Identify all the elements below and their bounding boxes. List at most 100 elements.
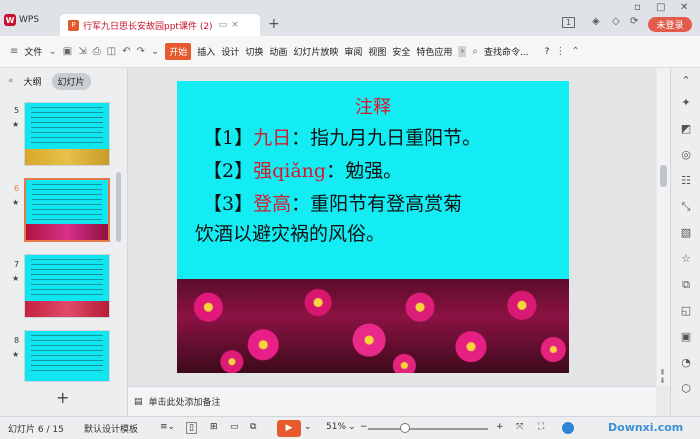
menu-tab-view[interactable]: 视图: [368, 45, 386, 58]
current-slide[interactable]: 注释 【1】九日：指九月九日重阳节。 【2】强qiǎng：勉强。 【3】登高：重…: [177, 81, 569, 373]
fit-window-icon[interactable]: ⤧: [516, 422, 523, 432]
zoom-level-chevron-icon[interactable]: ⌄: [348, 422, 356, 432]
print-icon[interactable]: ⎙: [93, 46, 101, 57]
thumbnail-number: 8: [14, 336, 20, 345]
star-tool-icon[interactable]: ☆: [679, 252, 693, 266]
tab-slides[interactable]: 幻灯片: [51, 72, 91, 90]
sorter-view-icon[interactable]: ⊞: [210, 422, 218, 432]
play-slideshow-button[interactable]: ▶: [277, 420, 301, 437]
maximize-stage-icon[interactable]: ⛶: [538, 422, 544, 432]
more-options-icon[interactable]: ⋮: [555, 46, 565, 57]
close-window-icon[interactable]: ✕: [680, 2, 688, 13]
slide-thumbnail[interactable]: [24, 254, 110, 318]
star-icon: ★: [12, 198, 20, 207]
more-chevron-icon[interactable]: ⌄: [151, 46, 159, 57]
menu-tab-design[interactable]: 设计: [221, 45, 239, 58]
slide-thumbnail[interactable]: [24, 102, 110, 166]
share-icon[interactable]: ⬡: [679, 382, 693, 396]
pin-icon[interactable]: ✦: [679, 96, 693, 110]
collapse-panel-icon[interactable]: «: [8, 76, 14, 86]
template-icon[interactable]: ◔: [679, 356, 693, 370]
menu-tab-start[interactable]: 开始: [165, 43, 192, 60]
maximize-window-icon[interactable]: □: [656, 2, 665, 13]
shape-icon[interactable]: ◩: [679, 122, 693, 136]
annotation-line-2: 【2】强qiǎng：勉强。: [203, 160, 403, 182]
normal-view-icon[interactable]: ▯: [186, 422, 197, 434]
thumbnail-image: [25, 301, 109, 317]
transform-icon[interactable]: ⤡: [679, 200, 693, 214]
scrollbar-thumb[interactable]: [660, 165, 667, 187]
design-template-label[interactable]: 默认设计模板: [84, 422, 138, 435]
stage-vertical-scrollbar[interactable]: ⇞ ⇟: [657, 68, 670, 386]
next-slide-icon[interactable]: ⇟: [659, 376, 666, 385]
thumbnail-image: [26, 224, 108, 240]
search-icon[interactable]: ⌕: [472, 46, 478, 57]
slide-title: 注释: [355, 97, 391, 118]
zoom-level[interactable]: 51%: [326, 422, 346, 432]
status-orb-icon[interactable]: [562, 422, 574, 434]
document-tab[interactable]: P 行军九日思长安故园ppt课件 (2) ▭ ×: [60, 14, 260, 36]
slide-thumbnail-selected[interactable]: [24, 178, 110, 242]
zoom-slider-knob[interactable]: [400, 423, 410, 433]
notes-area[interactable]: ▤ 单击此处添加备注: [128, 386, 656, 416]
page-count-badge[interactable]: 1: [562, 17, 576, 28]
restore-window-icon[interactable]: ▫: [634, 2, 641, 13]
login-button[interactable]: 未登录: [648, 17, 692, 32]
object-icon[interactable]: ◎: [679, 148, 693, 162]
cube-icon[interactable]: ◇: [612, 16, 620, 27]
command-search[interactable]: 查找命令...: [484, 45, 529, 58]
backup-icon[interactable]: ◱: [679, 304, 693, 318]
ppt-file-icon: P: [68, 19, 79, 31]
skin-icon[interactable]: ◈: [592, 16, 600, 27]
thumbnail-image: [25, 149, 109, 165]
save-icon[interactable]: ▣: [63, 46, 72, 57]
notes-placeholder: 单击此处添加备注: [148, 398, 221, 408]
thumbnail-text-lines: [31, 259, 103, 295]
play-options-icon[interactable]: ⌄: [304, 422, 312, 432]
zoom-slider-track[interactable]: [368, 428, 488, 430]
wps-home-tab[interactable]: W WPS: [4, 10, 54, 30]
wps-app-label: WPS: [19, 15, 40, 25]
new-tab-button[interactable]: +: [268, 16, 280, 32]
export-icon[interactable]: ⇲: [78, 46, 86, 57]
hamburger-menu-icon[interactable]: ≡: [10, 46, 18, 57]
thumbnail-text-lines: [31, 107, 103, 143]
collapse-right-icon[interactable]: ⌃: [679, 74, 693, 88]
add-slide-button[interactable]: +: [56, 388, 69, 407]
redo-icon[interactable]: ↷: [136, 46, 144, 57]
menu-tab-slideshow[interactable]: 幻灯片放映: [293, 45, 338, 58]
image-tool-icon[interactable]: ▧: [679, 226, 693, 240]
reading-view-icon[interactable]: ▭: [230, 422, 239, 432]
zoom-in-button[interactable]: +: [496, 422, 504, 432]
preview-icon[interactable]: ◫: [107, 46, 116, 57]
thumbnail-text-lines: [32, 184, 102, 220]
sync-icon[interactable]: ⟳: [630, 16, 638, 27]
watermark: Downxi.com: [608, 421, 684, 434]
tab-outline[interactable]: 大纲: [24, 75, 42, 88]
more-tabs-icon[interactable]: ›: [458, 46, 467, 57]
close-tab-icon[interactable]: ×: [231, 20, 239, 30]
thumbnail-number: 7: [14, 260, 20, 269]
menu-tab-security[interactable]: 安全: [392, 45, 410, 58]
picture-icon[interactable]: ▣: [679, 330, 693, 344]
ribbon-menu-bar: ≡ 文件 ⌄ ▣ ⇲ ⎙ ◫ ↶ ↷ ⌄ 开始 插入 设计 切换 动画 幻灯片放…: [0, 36, 700, 68]
menu-tab-animation[interactable]: 动画: [269, 45, 287, 58]
chevron-down-icon[interactable]: ⌄: [48, 46, 56, 57]
menu-tab-review[interactable]: 审阅: [344, 45, 362, 58]
slide-thumbnail-panel: « 大纲 幻灯片 5 ★ 6 ★ 7 ★ 8 ★ +: [0, 68, 128, 416]
file-menu[interactable]: 文件: [24, 45, 42, 58]
thumbnail-scrollbar[interactable]: [116, 172, 121, 242]
undo-icon[interactable]: ↶: [122, 46, 130, 57]
help-button[interactable]: ?: [545, 47, 550, 57]
zoom-out-button[interactable]: −: [360, 422, 368, 432]
notes-toggle-icon[interactable]: ≡⌄: [160, 422, 175, 432]
presenter-view-icon[interactable]: ⧉: [250, 422, 256, 432]
menu-tab-features[interactable]: 特色应用: [416, 45, 452, 58]
animation-icon[interactable]: ⧉: [679, 278, 693, 292]
slide-thumbnail[interactable]: [24, 330, 110, 382]
monitor-icon[interactable]: ▭: [219, 20, 228, 30]
collapse-ribbon-icon[interactable]: ⌃: [571, 46, 579, 57]
menu-tab-insert[interactable]: 插入: [197, 45, 215, 58]
settings-sliders-icon[interactable]: ☷: [679, 174, 693, 188]
menu-tab-transition[interactable]: 切换: [245, 45, 263, 58]
